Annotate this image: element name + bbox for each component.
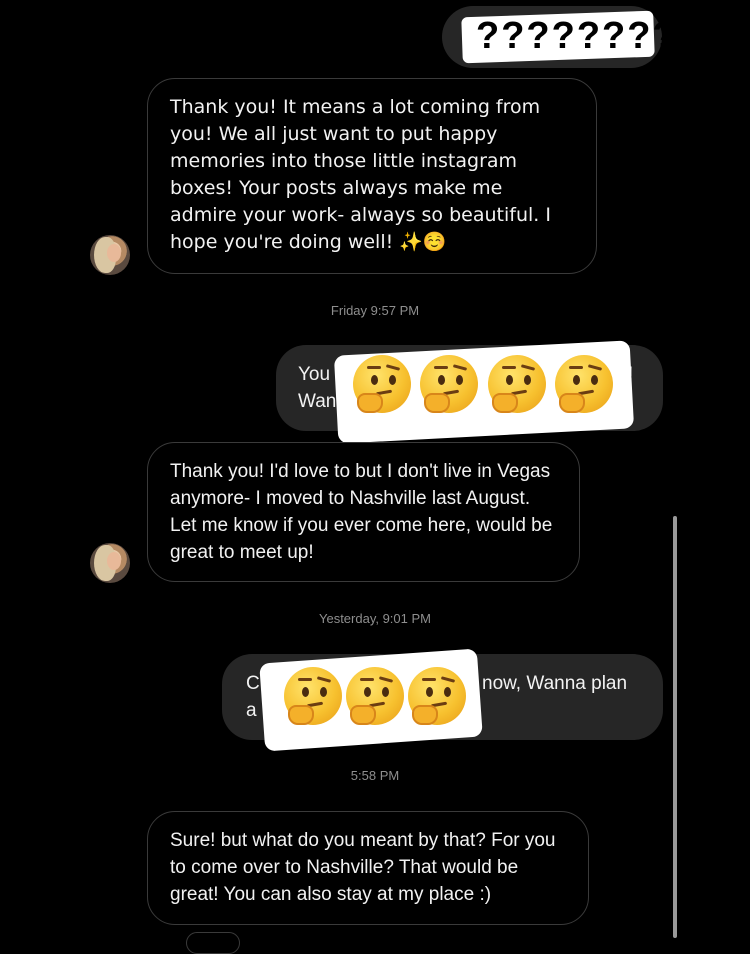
question-marks-text: ???????? [476,15,678,57]
sent-message-1-line2: Wan [298,391,337,412]
thinking-face-icon [488,355,546,413]
scrollbar[interactable] [673,516,677,938]
received-message-4-partial[interactable] [186,932,240,954]
thinking-face-icon [555,355,613,413]
thinking-face-icon [353,355,411,413]
avatar-face [107,552,121,570]
thinking-face-icon [346,667,404,725]
sent-message-1-line1: You [298,364,331,385]
received-message-3-text: Sure! but what do you meant by that? For… [170,830,556,905]
received-message-3[interactable]: Sure! but what do you meant by that? For… [147,811,589,925]
thinking-face-icon [408,667,466,725]
thinking-face-icon [420,355,478,413]
contact-avatar[interactable] [90,543,130,583]
received-message-1-text: Thank you! It means a lot coming from yo… [170,96,551,253]
sent-message-2-line1-end: now, Wanna plan [482,673,628,694]
received-message-2-text: Thank you! I'd love to but I don't live … [170,461,553,563]
contact-avatar[interactable] [90,235,130,275]
avatar-face [107,244,121,262]
sent-message-2-line1-start: C [246,673,260,694]
received-message-1[interactable]: Thank you! It means a lot coming from yo… [147,78,597,274]
received-message-2[interactable]: Thank you! I'd love to but I don't live … [147,442,580,582]
timestamp-3: 5:58 PM [350,768,400,783]
timestamp-1: Friday 9:57 PM [330,303,420,318]
sent-message-2-line2-start: a [246,700,257,721]
timestamp-2: Yesterday, 9:01 PM [318,611,431,626]
thinking-face-icon [284,667,342,725]
